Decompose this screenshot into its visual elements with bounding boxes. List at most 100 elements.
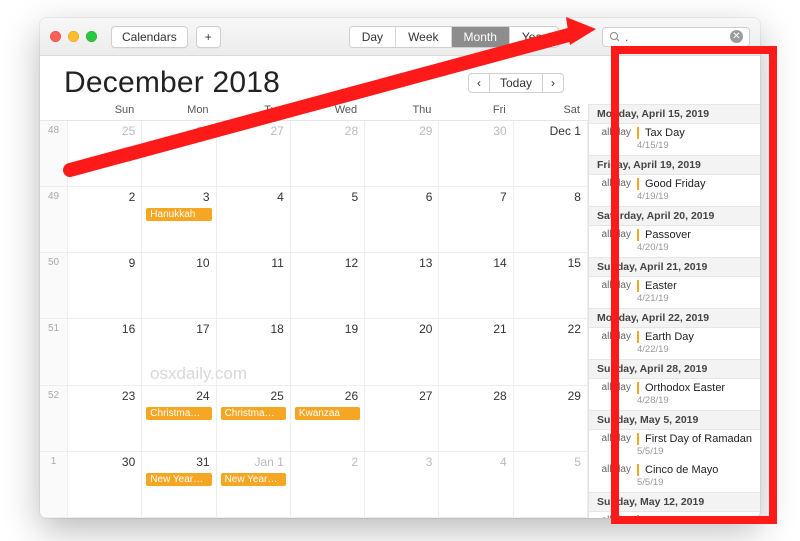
- result-event[interactable]: all-dayEarth Day: [589, 328, 760, 344]
- event-chip[interactable]: New Year…: [146, 473, 211, 486]
- day-cell[interactable]: 16: [68, 319, 142, 385]
- day-cell[interactable]: 18: [217, 319, 291, 385]
- close-icon[interactable]: [50, 31, 61, 42]
- event-chip[interactable]: Christma…: [221, 407, 286, 420]
- view-month[interactable]: Month: [452, 27, 510, 47]
- day-cell[interactable]: 22: [514, 319, 588, 385]
- day-cell[interactable]: 13: [365, 253, 439, 319]
- clear-search-icon[interactable]: ✕: [730, 30, 743, 43]
- calendar-grid[interactable]: 48252627282930Dec 14923Hanukkah456785091…: [40, 120, 588, 518]
- day-number: 18: [270, 322, 283, 336]
- day-cell[interactable]: 20: [365, 319, 439, 385]
- day-cell[interactable]: 27: [217, 121, 291, 187]
- day-cell[interactable]: 5: [514, 452, 588, 518]
- day-number: 14: [493, 256, 506, 270]
- zoom-icon[interactable]: [86, 31, 97, 42]
- day-cell[interactable]: 17: [142, 319, 216, 385]
- day-cell[interactable]: 24 Christma…: [142, 386, 216, 452]
- result-event-date: 4/15/19: [589, 140, 760, 155]
- calendar-grid-wrap: Sun Mon Tue Wed Thu Fri Sat 482526272829…: [40, 104, 588, 518]
- day-cell[interactable]: 3: [365, 452, 439, 518]
- day-cell[interactable]: 25: [68, 121, 142, 187]
- day-cell[interactable]: 11: [217, 253, 291, 319]
- result-time: all-day: [597, 178, 631, 189]
- result-event[interactable]: all-dayMother's Day: [589, 512, 760, 518]
- day-cell[interactable]: 5: [291, 187, 365, 253]
- result-event[interactable]: all-dayOrthodox Easter: [589, 379, 760, 395]
- day-cell[interactable]: 2: [68, 187, 142, 253]
- day-cell[interactable]: Dec 1: [514, 121, 588, 187]
- day-cell[interactable]: 12: [291, 253, 365, 319]
- day-cell[interactable]: 28: [291, 121, 365, 187]
- day-number: 13: [419, 256, 432, 270]
- day-cell[interactable]: 30: [68, 452, 142, 518]
- result-time: all-day: [597, 433, 631, 444]
- search-results[interactable]: Monday, April 15, 2019all-dayTax Day4/15…: [588, 104, 760, 518]
- result-event[interactable]: all-dayPassover: [589, 226, 760, 242]
- day-cell[interactable]: 21: [439, 319, 513, 385]
- view-week[interactable]: Week: [396, 27, 451, 47]
- next-button[interactable]: ›: [542, 73, 564, 93]
- day-cell[interactable]: 28: [439, 386, 513, 452]
- day-cell[interactable]: 9: [68, 253, 142, 319]
- day-cell[interactable]: 19: [291, 319, 365, 385]
- day-cell[interactable]: 6: [365, 187, 439, 253]
- day-cell[interactable]: 2: [291, 452, 365, 518]
- result-time: all-day: [597, 464, 631, 475]
- day-cell[interactable]: 14: [439, 253, 513, 319]
- add-button[interactable]: +: [196, 26, 221, 48]
- day-cell[interactable]: 26Kwanzaa: [291, 386, 365, 452]
- minimize-icon[interactable]: [68, 31, 79, 42]
- event-color-bar: [637, 331, 639, 343]
- result-event-name: Easter: [645, 280, 677, 292]
- search-icon: [609, 31, 621, 43]
- day-cell[interactable]: 26: [142, 121, 216, 187]
- result-day-header: Friday, April 19, 2019: [589, 155, 760, 175]
- day-cell[interactable]: 10: [142, 253, 216, 319]
- day-cell[interactable]: 7: [439, 187, 513, 253]
- event-chip[interactable]: Christma…: [146, 407, 211, 420]
- result-event[interactable]: all-dayFirst Day of Ramadan: [589, 430, 760, 446]
- day-cell[interactable]: 4: [217, 187, 291, 253]
- calendars-button[interactable]: Calendars: [111, 26, 188, 48]
- result-event[interactable]: all-dayGood Friday: [589, 175, 760, 191]
- view-year[interactable]: Year: [510, 27, 558, 47]
- day-cell[interactable]: 31New Year…: [142, 452, 216, 518]
- day-cell[interactable]: 29: [514, 386, 588, 452]
- day-number: 19: [345, 322, 358, 336]
- event-chip[interactable]: Kwanzaa: [295, 407, 360, 420]
- day-number: 16: [122, 322, 135, 336]
- event-color-bar: [637, 178, 639, 190]
- day-number: 15: [568, 256, 581, 270]
- dow-sun: Sun: [68, 104, 142, 116]
- day-cell[interactable]: 4: [439, 452, 513, 518]
- event-chip[interactable]: Hanukkah: [146, 208, 211, 221]
- event-color-bar: [637, 382, 639, 394]
- event-chip[interactable]: New Year…: [221, 473, 286, 486]
- result-day-header: Sunday, May 12, 2019: [589, 492, 760, 512]
- result-event[interactable]: all-dayCinco de Mayo: [589, 461, 760, 477]
- dow-mon: Mon: [142, 104, 216, 116]
- result-event[interactable]: all-dayTax Day: [589, 124, 760, 140]
- search-field[interactable]: . ✕: [602, 27, 750, 47]
- result-event-date: 4/28/19: [589, 395, 760, 410]
- day-cell[interactable]: 27: [365, 386, 439, 452]
- day-number: 29: [568, 389, 581, 403]
- day-cell[interactable]: 8: [514, 187, 588, 253]
- day-cell[interactable]: 25Christma…: [217, 386, 291, 452]
- prev-button[interactable]: ‹: [468, 73, 490, 93]
- day-cell[interactable]: 15: [514, 253, 588, 319]
- day-number: 24: [196, 389, 209, 403]
- result-event[interactable]: all-dayEaster: [589, 277, 760, 293]
- event-color-bar: [637, 464, 639, 476]
- event-color-bar: [637, 433, 639, 445]
- day-cell[interactable]: 30: [439, 121, 513, 187]
- today-button[interactable]: Today: [490, 73, 542, 93]
- result-day-header: Monday, April 22, 2019: [589, 308, 760, 328]
- day-cell[interactable]: 3Hanukkah: [142, 187, 216, 253]
- event-color-bar: [637, 229, 639, 241]
- day-cell[interactable]: 23: [68, 386, 142, 452]
- day-cell[interactable]: Jan 1New Year…: [217, 452, 291, 518]
- day-cell[interactable]: 29: [365, 121, 439, 187]
- view-day[interactable]: Day: [350, 27, 396, 47]
